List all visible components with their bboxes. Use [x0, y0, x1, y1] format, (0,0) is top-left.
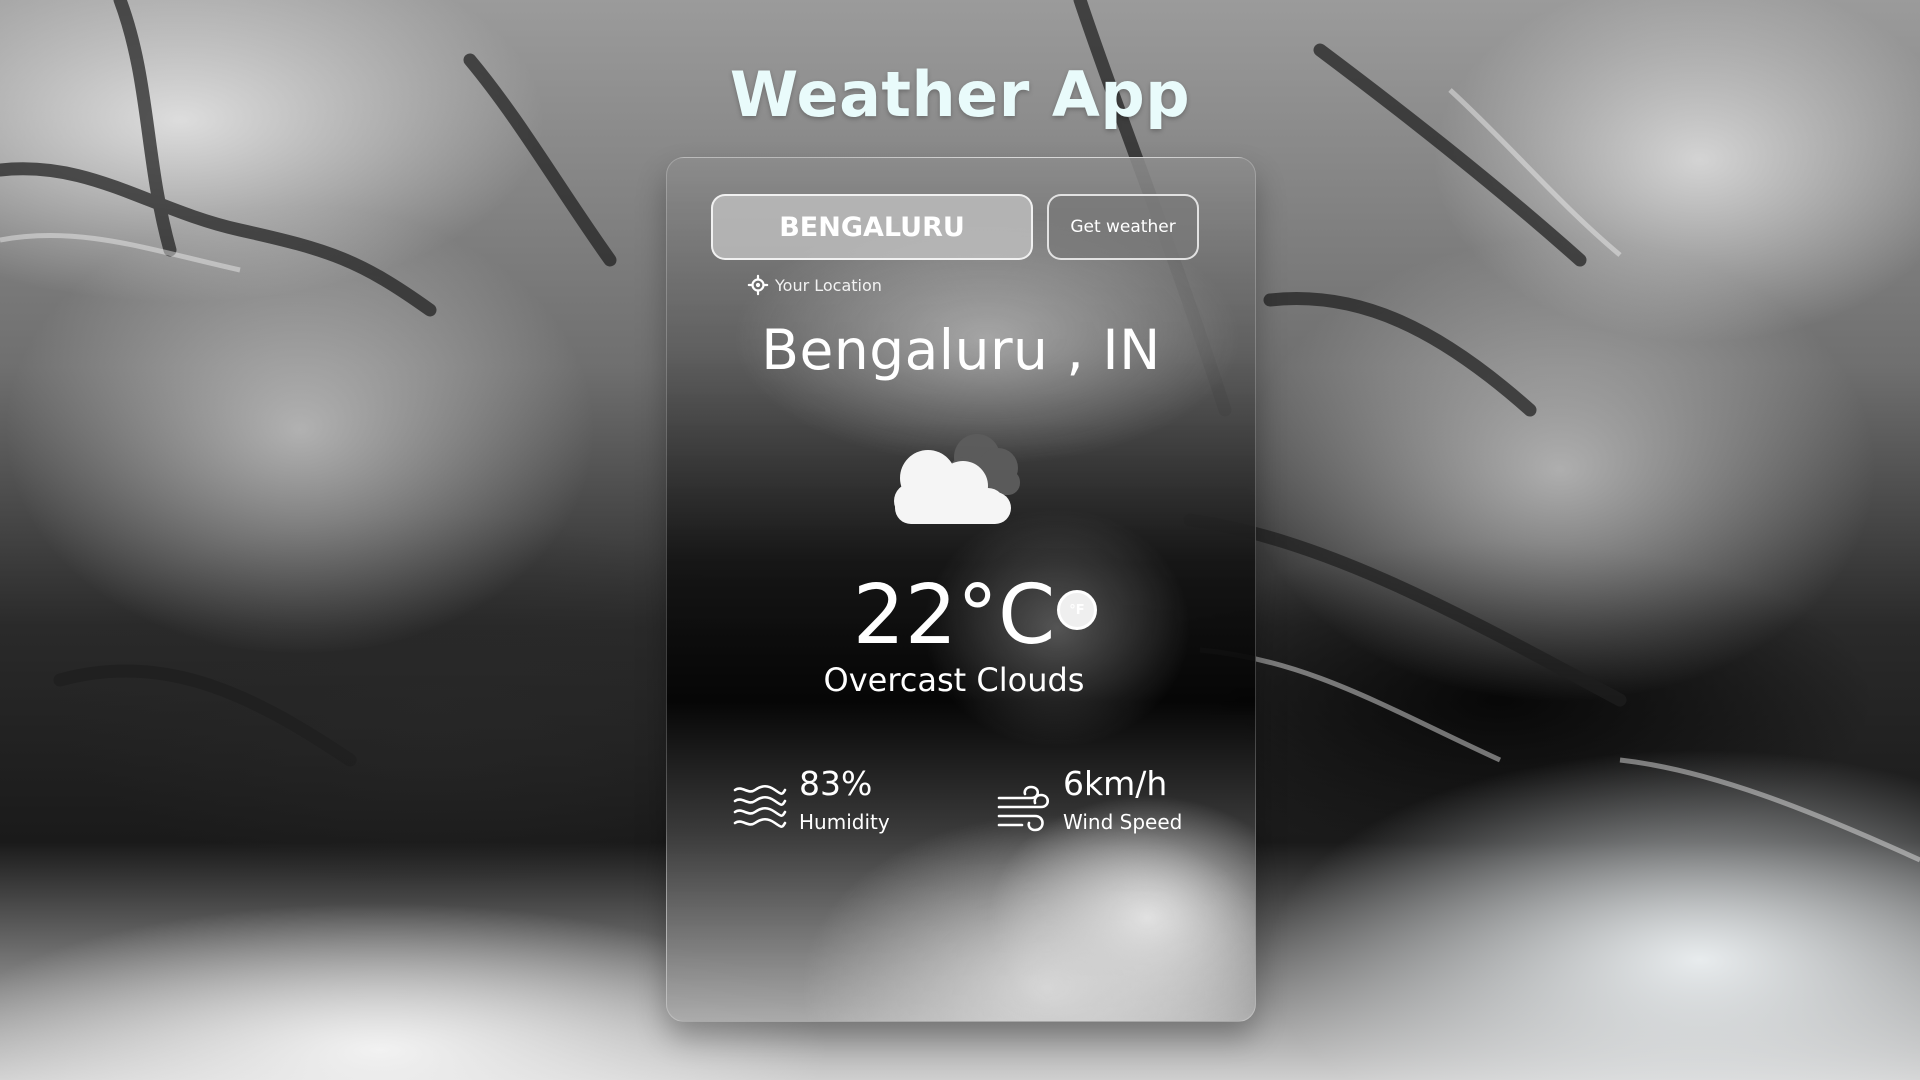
get-weather-button[interactable]: Get weather: [1047, 194, 1199, 260]
wind-icon: [997, 785, 1050, 832]
search-row: Get weather: [711, 194, 1201, 260]
fahrenheit-toggle-button[interactable]: °F: [1057, 590, 1097, 630]
your-location-label: Your Location: [775, 275, 882, 295]
location-target-icon: [747, 274, 769, 296]
humidity-waves-icon: [733, 784, 787, 829]
cloud-icon: [894, 434, 1020, 524]
app-title: Weather App: [729, 58, 1191, 131]
wind-speed-value: 6km/h: [1063, 764, 1168, 803]
temperature-value: 22°C: [852, 568, 1056, 663]
humidity-value: 83%: [799, 764, 873, 803]
weather-card: Get weather Your Location Bengaluru , IN…: [666, 157, 1256, 1022]
wind-speed-label: Wind Speed: [1063, 810, 1183, 834]
weather-condition: Overcast Clouds: [823, 661, 1085, 699]
humidity-label: Humidity: [799, 810, 890, 834]
city-search-input[interactable]: [711, 194, 1033, 260]
city-name: Bengaluru , IN: [761, 318, 1161, 382]
your-location-link[interactable]: Your Location: [747, 271, 882, 299]
